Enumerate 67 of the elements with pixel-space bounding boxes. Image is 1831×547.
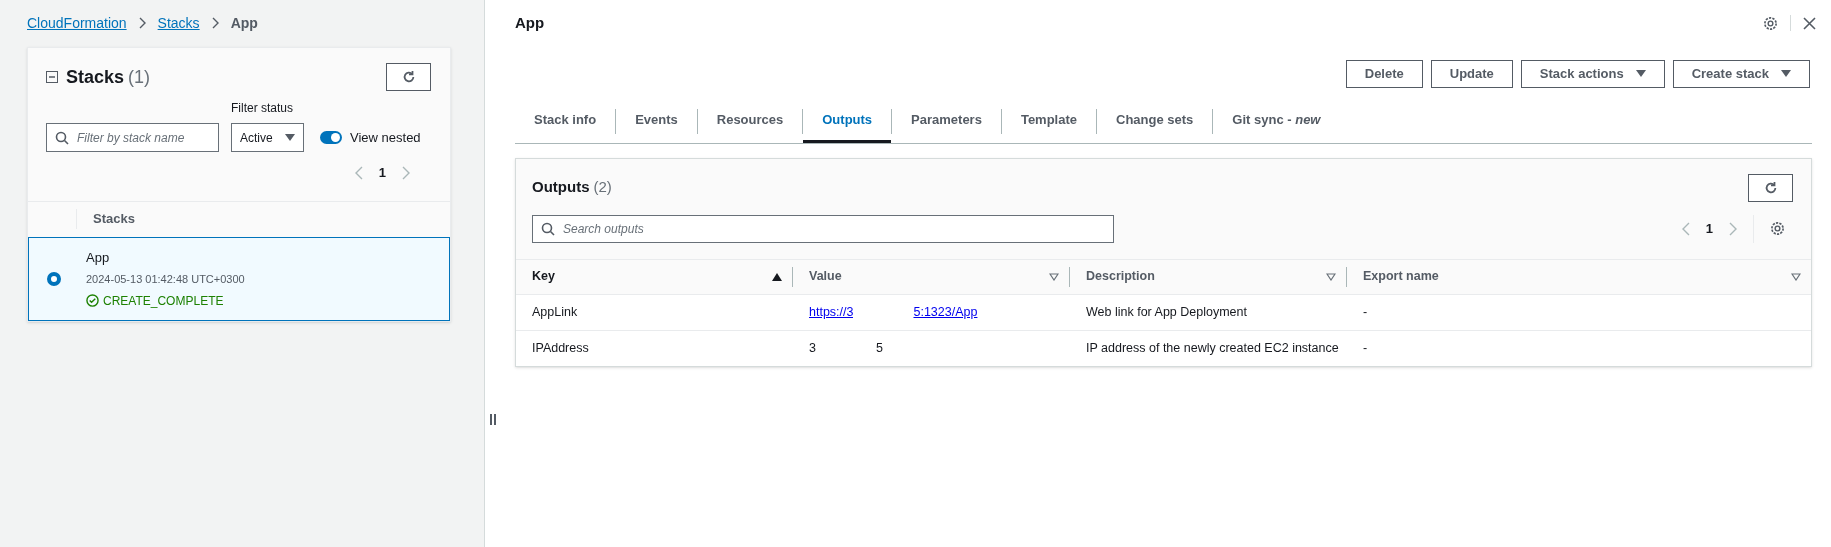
column-header[interactable]: Description [1086, 267, 1155, 286]
dropdown-button[interactable]: Create stack [1672, 59, 1810, 88]
sort-ascending-icon[interactable] [772, 272, 782, 281]
caret-icon [1635, 69, 1646, 78]
tab[interactable]: Git sync - new [1213, 99, 1340, 143]
value-text: 3 5 [809, 339, 883, 358]
column-header: Stacks [93, 210, 135, 229]
column-header[interactable]: Value [809, 267, 842, 286]
column-header[interactable]: Key [532, 267, 555, 286]
chevron-right-icon [211, 17, 219, 29]
radio-button[interactable] [46, 271, 61, 286]
tab[interactable]: Outputs [803, 99, 892, 143]
collapse-icon[interactable] [46, 71, 58, 83]
settings-icon[interactable] [1763, 15, 1778, 31]
caret-icon [1781, 69, 1791, 78]
table-cell: IP address of the newly created EC2 instance [1086, 340, 1339, 355]
value-link[interactable]: https://3 5:1323/App [809, 302, 978, 322]
breadcrumb-current: App [230, 13, 258, 33]
close-icon[interactable] [1803, 16, 1816, 30]
stack-date: 2024-05-13 01:42:48 UTC+0300 [86, 272, 245, 287]
sort-icon[interactable] [1049, 272, 1059, 281]
outputs-title: Outputs [532, 176, 590, 197]
dropdown-button[interactable]: Stack actions [1520, 59, 1665, 88]
tab[interactable]: Template [1001, 99, 1096, 143]
refresh-button[interactable] [386, 63, 431, 91]
caret-icon [285, 133, 295, 142]
panel-title: Stacks [66, 65, 125, 89]
stack-name: App [86, 248, 111, 267]
breadcrumb-link[interactable]: Stacks [157, 12, 200, 34]
tab[interactable]: Parameters [892, 99, 1001, 143]
stack-row[interactable]: App 2024-05-13 01:42:48 UTC+0300 CREATE_COMPLETE [28, 236, 450, 321]
filter-field[interactable]: Filter by stack name [46, 123, 219, 152]
table-cell: Web link for App Deployment [1086, 304, 1247, 319]
page-number[interactable]: 1 [378, 163, 386, 183]
view-nested-label: View nested [350, 128, 421, 147]
refresh-button[interactable] [1748, 173, 1793, 202]
table-cell: - [1363, 304, 1368, 319]
table-cell: IPAddress [532, 340, 589, 355]
filter-status-label: Filter status [231, 100, 294, 117]
column-header[interactable]: Export name [1363, 267, 1439, 286]
resize-handle-icon[interactable] [490, 414, 496, 425]
breadcrumb-link[interactable]: CloudFormation [27, 12, 127, 34]
search-field[interactable]: Search outputs [532, 214, 1114, 243]
action-button[interactable]: Update [1430, 59, 1513, 88]
tab[interactable]: Stack info [515, 99, 616, 143]
view-nested-toggle[interactable] [320, 131, 342, 144]
chevron-right-icon [138, 17, 146, 29]
page-number[interactable]: 1 [1705, 218, 1713, 239]
search-icon [541, 221, 555, 236]
stack-status: CREATE_COMPLETE [103, 292, 224, 310]
settings-icon[interactable] [1770, 221, 1785, 236]
refresh-icon [401, 70, 416, 84]
tab[interactable]: Resources [697, 99, 803, 143]
status-dropdown[interactable]: Active [231, 123, 304, 152]
tab[interactable]: Change sets [1097, 99, 1213, 143]
refresh-icon [1763, 180, 1778, 195]
table-cell: AppLink [532, 304, 578, 319]
detail-title: App [515, 13, 545, 33]
outputs-count: (2) [593, 176, 612, 197]
stack-count: (1) [128, 65, 151, 89]
search-icon [55, 130, 69, 145]
table-cell: - [1363, 340, 1368, 355]
sort-icon[interactable] [1791, 272, 1801, 281]
sort-icon[interactable] [1326, 272, 1336, 281]
success-icon [86, 294, 99, 307]
tab[interactable]: Events [616, 99, 697, 143]
action-button[interactable]: Delete [1345, 59, 1423, 88]
